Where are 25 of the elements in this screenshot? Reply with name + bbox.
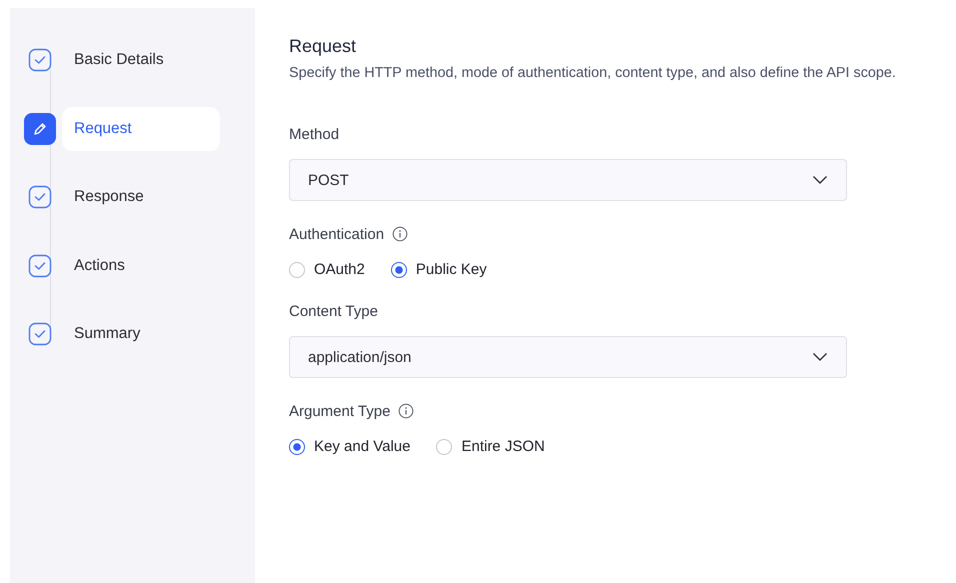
section-title: Request	[289, 36, 358, 57]
radio-button[interactable]	[289, 438, 305, 454]
section-description: Specify the HTTP method, mode of authentication, content type, and also define the API scope.	[289, 65, 897, 81]
radio-button[interactable]	[436, 438, 452, 454]
field-label: Argument Type	[289, 402, 390, 420]
chevron-down-icon	[812, 352, 828, 362]
step-tab[interactable]: Basic Details	[62, 38, 220, 82]
step-tab[interactable]: Response	[62, 175, 220, 219]
step-tab[interactable]: Summary	[62, 312, 220, 356]
radio-label[interactable]: OAuth2	[314, 261, 365, 278]
field-label: Method	[289, 126, 340, 142]
step-tab[interactable]: Actions	[62, 244, 220, 288]
field-label: Content Type	[289, 302, 378, 320]
radio-button[interactable]	[390, 262, 407, 278]
dropdown[interactable]: POST	[289, 159, 847, 201]
info-icon[interactable]	[398, 403, 414, 419]
radio-button[interactable]	[289, 262, 305, 278]
field-label: Authentication	[289, 226, 384, 242]
info-icon[interactable]	[392, 226, 408, 242]
step-tab[interactable]: Request	[62, 106, 220, 150]
dropdown[interactable]: application/json	[289, 336, 847, 378]
radio-label[interactable]: Public Key	[416, 261, 487, 278]
radio-label[interactable]: Entire JSON	[461, 438, 545, 455]
chevron-down-icon	[812, 175, 828, 185]
radio-label[interactable]: Key and Value	[314, 438, 410, 455]
